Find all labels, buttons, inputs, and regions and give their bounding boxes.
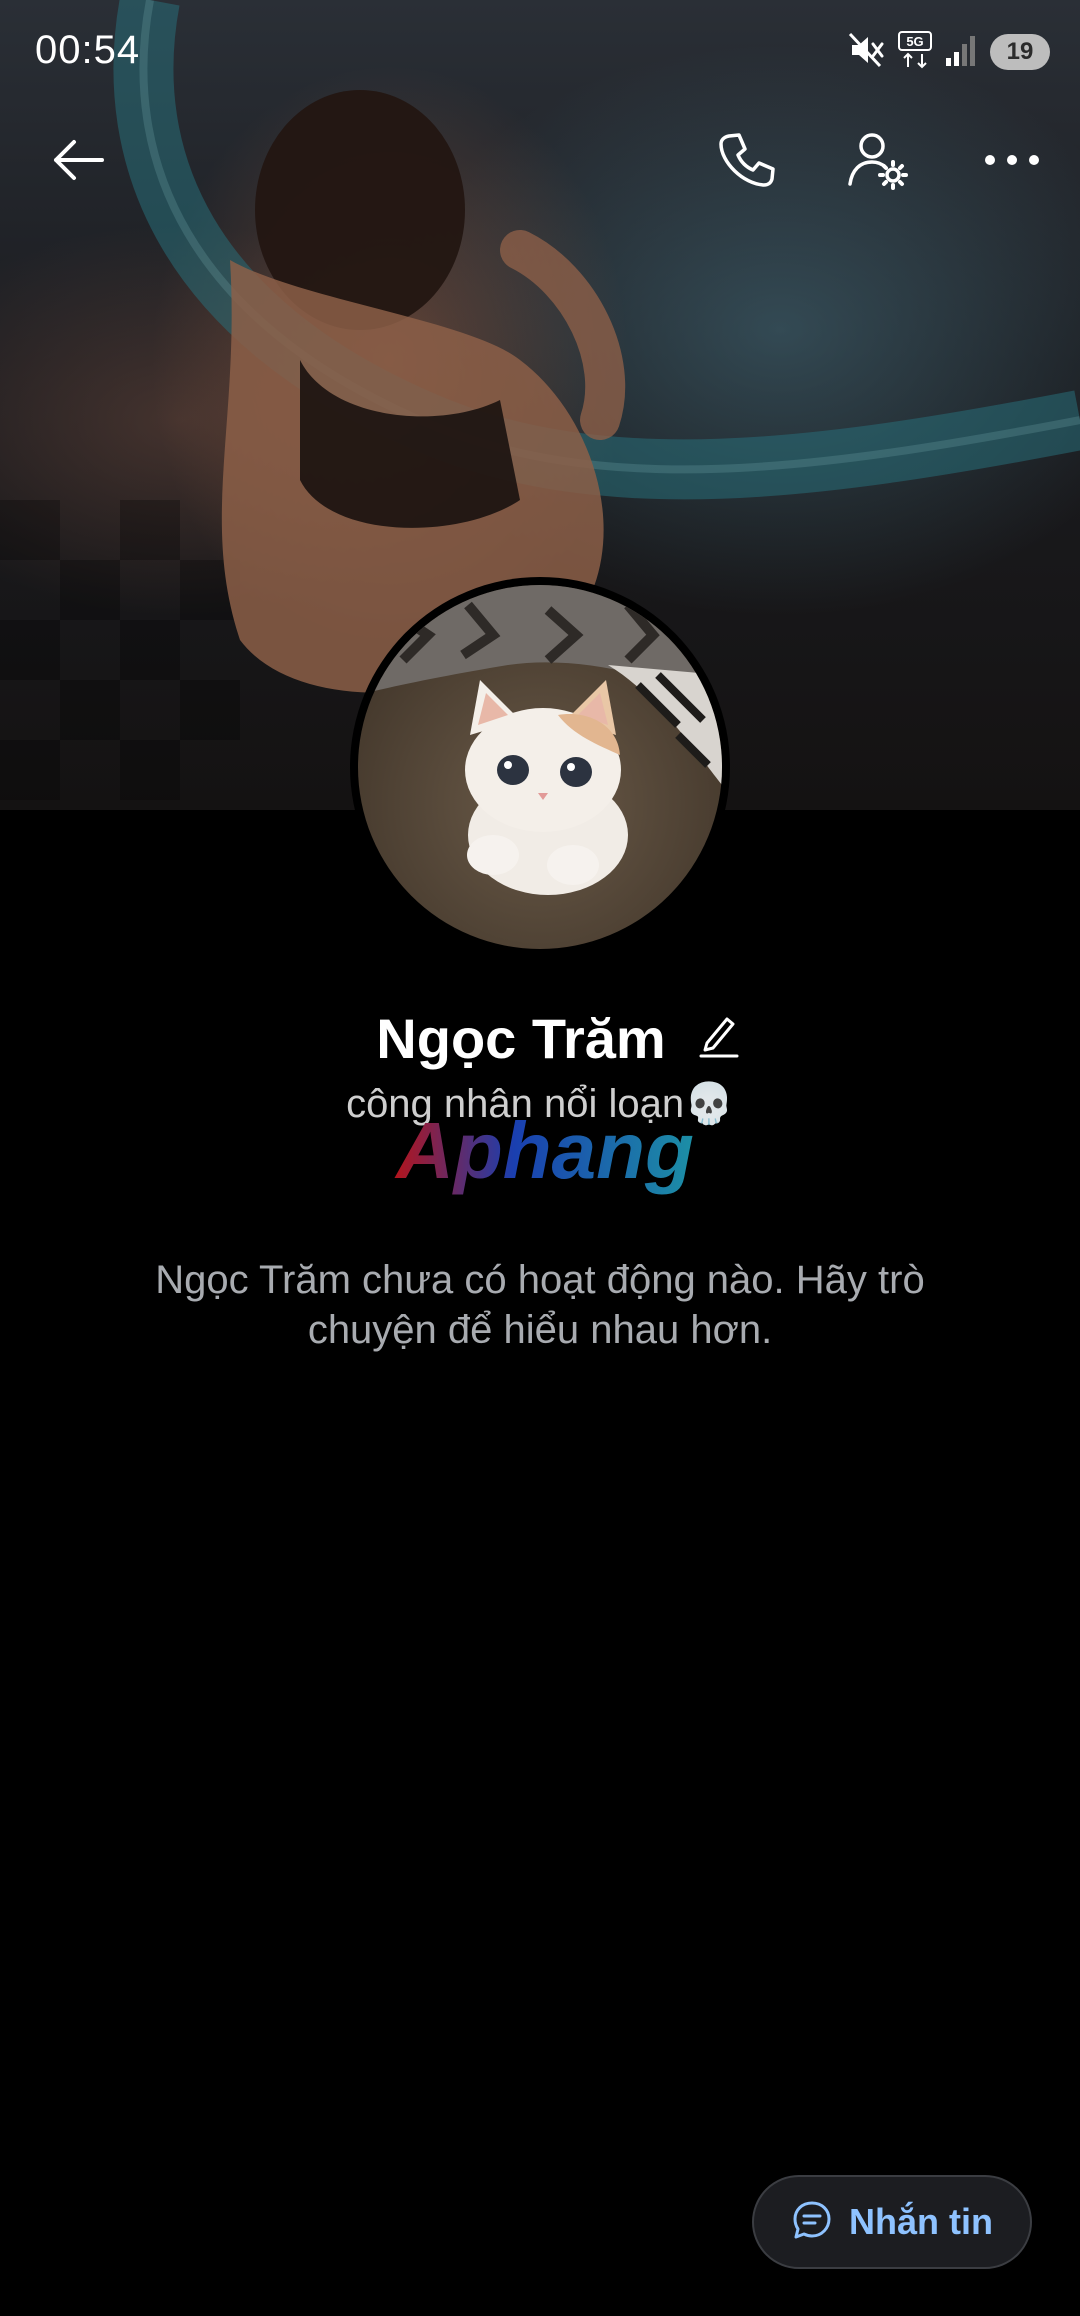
edit-name-button[interactable] <box>694 1010 744 1066</box>
svg-text:Aphang: Aphang <box>394 1108 694 1195</box>
profile-settings-button[interactable] <box>838 122 918 202</box>
profile-name: Ngọc Trăm <box>376 1006 666 1070</box>
status-bar: 00:54 5G 19 <box>0 0 1080 100</box>
arrow-left-icon <box>50 136 106 189</box>
more-horizontal-icon <box>984 152 1040 173</box>
status-icons: 5G 19 <box>846 30 1050 74</box>
network-5g-icon: 5G <box>898 30 932 75</box>
message-button-label: Nhắn tin <box>849 2201 993 2242</box>
signal-icon <box>944 30 978 75</box>
call-button[interactable] <box>705 122 785 202</box>
empty-activity-message: Ngọc Trăm chưa có hoạt động nào. Hãy trò… <box>155 1258 925 1352</box>
svg-text:5G: 5G <box>906 34 923 49</box>
chat-bubble-icon <box>791 2199 833 2246</box>
pencil-icon <box>699 1013 739 1064</box>
battery-indicator: 19 <box>990 34 1050 70</box>
profile-avatar[interactable] <box>350 577 730 957</box>
message-button[interactable]: Nhắn tin <box>752 2175 1032 2269</box>
phone-icon <box>715 130 775 195</box>
watermark-logo: Aphang <box>394 1108 694 1195</box>
user-settings-icon <box>846 128 910 197</box>
mute-icon <box>846 30 886 75</box>
more-options-button[interactable] <box>972 122 1052 202</box>
avatar-photo-kitten <box>358 585 722 949</box>
status-time: 00:54 <box>35 28 141 72</box>
profile-name-row: Ngọc Trăm <box>0 1000 1080 1076</box>
back-button[interactable] <box>38 122 118 202</box>
